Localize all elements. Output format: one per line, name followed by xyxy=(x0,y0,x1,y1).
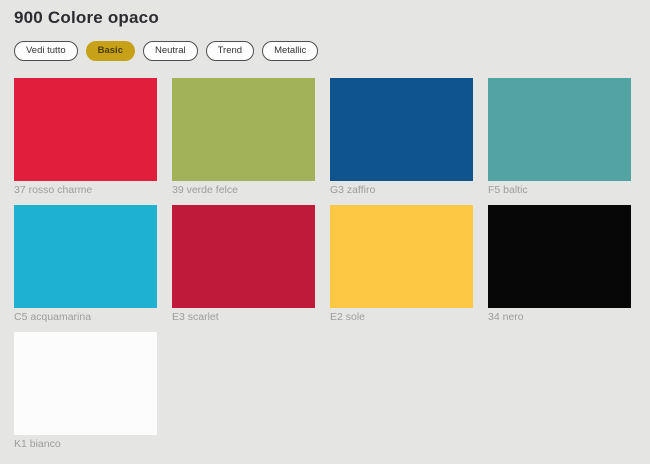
filter-neutral[interactable]: Neutral xyxy=(143,41,198,61)
swatch-k1-bianco[interactable]: K1 bianco xyxy=(14,332,157,451)
swatch-label: C5 acquamarina xyxy=(14,311,157,324)
swatch-color-block xyxy=(14,205,157,308)
filter-trend[interactable]: Trend xyxy=(206,41,254,61)
swatch-color-block xyxy=(14,78,157,181)
swatch-e2-sole[interactable]: E2 sole xyxy=(330,205,473,324)
swatch-label: 39 verde felce xyxy=(172,184,315,197)
swatch-label: G3 zaffiro xyxy=(330,184,473,197)
swatch-e3-scarlet[interactable]: E3 scarlet xyxy=(172,205,315,324)
swatch-label: 37 rosso charme xyxy=(14,184,157,197)
swatch-color-block xyxy=(330,205,473,308)
swatch-color-block xyxy=(330,78,473,181)
swatch-g3-zaffiro[interactable]: G3 zaffiro xyxy=(330,78,473,197)
filter-metallic[interactable]: Metallic xyxy=(262,41,318,61)
swatch-color-block xyxy=(14,332,157,435)
swatch-39-verde-felce[interactable]: 39 verde felce xyxy=(172,78,315,197)
filter-vedi-tutto[interactable]: Vedi tutto xyxy=(14,41,78,61)
swatch-f5-baltic[interactable]: F5 baltic xyxy=(488,78,631,197)
swatch-label: K1 bianco xyxy=(14,438,157,451)
swatch-label: E2 sole xyxy=(330,311,473,324)
swatch-grid: 37 rosso charme 39 verde felce G3 zaffir… xyxy=(14,78,636,451)
page-title: 900 Colore opaco xyxy=(14,8,636,28)
swatch-color-block xyxy=(488,78,631,181)
swatch-34-nero[interactable]: 34 nero xyxy=(488,205,631,324)
color-palette-page: 900 Colore opaco Vedi tutto Basic Neutral T… xyxy=(0,0,650,464)
swatch-color-block xyxy=(488,205,631,308)
swatch-37-rosso-charme[interactable]: 37 rosso charme xyxy=(14,78,157,197)
swatch-color-block xyxy=(172,205,315,308)
swatch-label: E3 scarlet xyxy=(172,311,315,324)
swatch-label: 34 nero xyxy=(488,311,631,324)
swatch-label: F5 baltic xyxy=(488,184,631,197)
filter-basic[interactable]: Basic xyxy=(86,41,135,61)
swatch-color-block xyxy=(172,78,315,181)
swatch-c5-acquamarina[interactable]: C5 acquamarina xyxy=(14,205,157,324)
filter-bar: Vedi tutto Basic Neutral Trend Metallic xyxy=(14,41,636,61)
